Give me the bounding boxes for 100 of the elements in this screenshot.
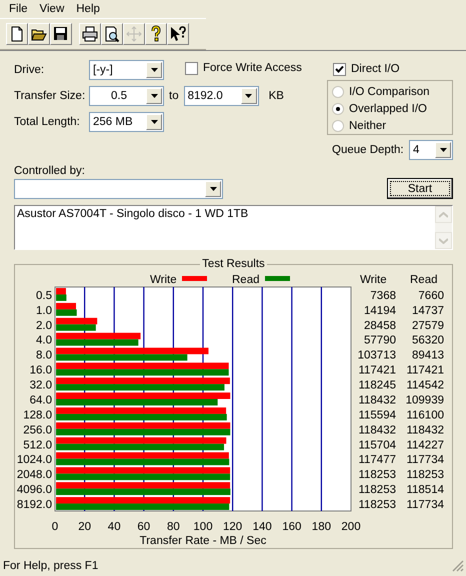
- read-value: 109939: [406, 394, 444, 406]
- tick-label: 0: [52, 521, 58, 533]
- write-value: 118253: [358, 499, 396, 511]
- radio-label: Overlapped I/O: [349, 103, 427, 115]
- radio-button[interactable]: [332, 86, 344, 98]
- field-label: Controlled by:: [14, 165, 86, 177]
- dropdown[interactable]: [-y-]: [89, 60, 164, 80]
- tick-label: 100: [193, 521, 213, 533]
- read-value: 56320: [412, 334, 444, 347]
- toolbar-button[interactable]: [167, 23, 189, 45]
- menu-item[interactable]: File: [3, 2, 34, 16]
- write-value: 28458: [364, 320, 396, 332]
- tick-label: 160: [282, 521, 302, 533]
- printer-icon: [81, 25, 99, 43]
- read-value: 118253: [406, 469, 444, 482]
- floppy-icon: [52, 25, 70, 43]
- resize-grip-icon[interactable]: [452, 560, 464, 572]
- checkbox-label: Direct I/O: [351, 63, 400, 75]
- toolbar-button[interactable]: [50, 23, 72, 45]
- dropdown-arrow-icon: [210, 187, 216, 191]
- toolbar-button[interactable]: [145, 23, 167, 45]
- radio-label: Neither: [349, 120, 386, 132]
- axis-title: Transfer Rate - MB / Sec: [140, 535, 266, 547]
- radio-button[interactable]: [332, 120, 344, 132]
- category-label: 0.5: [36, 290, 52, 302]
- tick-label: 80: [167, 521, 180, 533]
- tick-label: 40: [108, 521, 121, 533]
- field-label: Total Length:: [14, 116, 81, 128]
- write-value: 57790: [364, 334, 396, 347]
- dropdown-arrow-icon: [245, 94, 252, 98]
- field-label: Queue Depth:: [332, 144, 404, 156]
- tick-label: 60: [137, 521, 150, 533]
- tick-label: 200: [341, 521, 361, 533]
- category-label: 1024.0: [16, 454, 52, 466]
- category-label: 8192.0: [16, 499, 52, 511]
- toolbar-button[interactable]: [6, 23, 28, 45]
- write-value: 115704: [358, 439, 396, 452]
- radio-button[interactable]: [332, 103, 344, 115]
- tick-label: 20: [78, 521, 91, 533]
- to-label: to: [169, 90, 179, 102]
- read-value: 14737: [412, 304, 444, 317]
- description-text: Asustor AS7004T - Singolo disco - 1 WD 1TB: [16, 207, 250, 222]
- legend-label: Read: [232, 274, 260, 286]
- category-label: 256.0: [23, 424, 52, 436]
- read-value: 117421: [406, 364, 444, 377]
- dropdown-arrow-icon: [150, 68, 158, 72]
- dropdown-arrow-icon: [150, 120, 158, 124]
- field-label: Transfer Size:: [14, 90, 86, 102]
- dropdown[interactable]: 256 MB: [89, 112, 164, 132]
- radio-label: I/O Comparison: [349, 86, 430, 98]
- toolbar-button[interactable]: [79, 23, 101, 45]
- write-value: 118253: [358, 469, 396, 482]
- field-label: Drive:: [14, 64, 46, 76]
- write-value: 118253: [358, 484, 396, 496]
- tick-label: 180: [312, 521, 331, 533]
- write-value: 103713: [358, 350, 396, 362]
- dropdown[interactable]: [14, 179, 223, 199]
- read-value: 7660: [418, 290, 444, 302]
- write-value: 118432: [358, 394, 396, 406]
- description-field[interactable]: Asustor AS7004T - Singolo disco - 1 WD 1TB: [14, 205, 453, 250]
- checkbox[interactable]: [185, 62, 198, 74]
- write-value: 118432: [358, 424, 396, 436]
- category-label: 8.0: [36, 350, 52, 362]
- checkbox-label: Force Write Access: [203, 62, 302, 74]
- group-title: Test Results: [201, 258, 266, 270]
- read-value: 118514: [406, 484, 444, 496]
- category-label: 4.0: [36, 334, 52, 347]
- read-value: 27579: [412, 320, 444, 332]
- read-value: 118432: [406, 424, 444, 436]
- start-button[interactable]: Start: [387, 178, 453, 199]
- read-value: 117734: [406, 499, 444, 511]
- toolbar-button[interactable]: [101, 23, 123, 45]
- read-value: 117734: [406, 454, 444, 466]
- category-label: 32.0: [30, 380, 52, 392]
- category-label: 128.0: [23, 409, 52, 422]
- write-value: 118245: [358, 380, 396, 392]
- status-text: For Help, press F1: [3, 560, 98, 572]
- unit-label: KB: [268, 90, 284, 102]
- read-value: 89413: [412, 350, 444, 362]
- category-label: 64.0: [30, 394, 52, 406]
- category-label: 4096.0: [16, 484, 52, 496]
- write-value: 117421: [358, 364, 396, 377]
- column-header: Read: [410, 274, 438, 286]
- category-label: 512.0: [23, 439, 52, 452]
- read-value: 116100: [406, 409, 444, 422]
- read-value: 114227: [406, 439, 444, 452]
- menu-item[interactable]: Help: [70, 2, 106, 16]
- write-value: 14194: [364, 304, 396, 317]
- pointer-question-icon: [169, 25, 187, 43]
- toolbar-button[interactable]: [28, 23, 50, 45]
- dropdown-arrow-icon: [440, 148, 446, 152]
- category-label: 1.0: [36, 304, 52, 317]
- column-header: Write: [360, 274, 387, 286]
- dropdown[interactable]: 8192.0: [184, 86, 259, 106]
- menu-item[interactable]: View: [34, 2, 70, 16]
- dropdown[interactable]: 4: [409, 140, 453, 160]
- tick-label: 140: [252, 521, 272, 533]
- category-label: 16.0: [30, 364, 52, 377]
- checkbox[interactable]: [333, 62, 346, 76]
- dropdown[interactable]: 0.5: [89, 86, 164, 106]
